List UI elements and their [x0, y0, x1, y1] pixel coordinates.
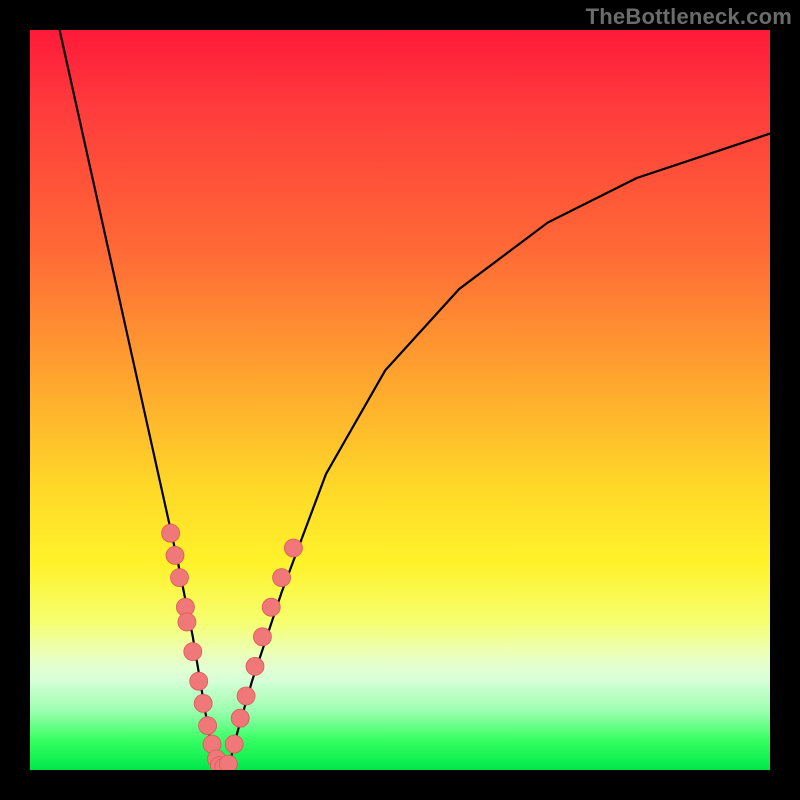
chart-svg — [30, 30, 770, 770]
bottleneck-curve — [60, 30, 770, 770]
data-dot — [231, 709, 249, 727]
data-dot — [184, 643, 202, 661]
data-dot — [262, 598, 280, 616]
data-dot — [162, 524, 180, 542]
watermark-text: TheBottleneck.com — [586, 4, 792, 30]
data-dot — [237, 687, 255, 705]
data-dots — [162, 524, 303, 770]
data-dot — [246, 657, 264, 675]
data-dot — [194, 694, 212, 712]
data-dot — [253, 628, 271, 646]
data-dot — [190, 672, 208, 690]
data-dot — [199, 717, 217, 735]
data-dot — [171, 569, 189, 587]
data-dot — [178, 613, 196, 631]
data-dot — [273, 569, 291, 587]
data-dot — [166, 546, 184, 564]
chart-frame: TheBottleneck.com — [0, 0, 800, 800]
data-dot — [225, 735, 243, 753]
plot-area — [30, 30, 770, 770]
data-dot — [284, 539, 302, 557]
data-dot — [219, 755, 237, 770]
